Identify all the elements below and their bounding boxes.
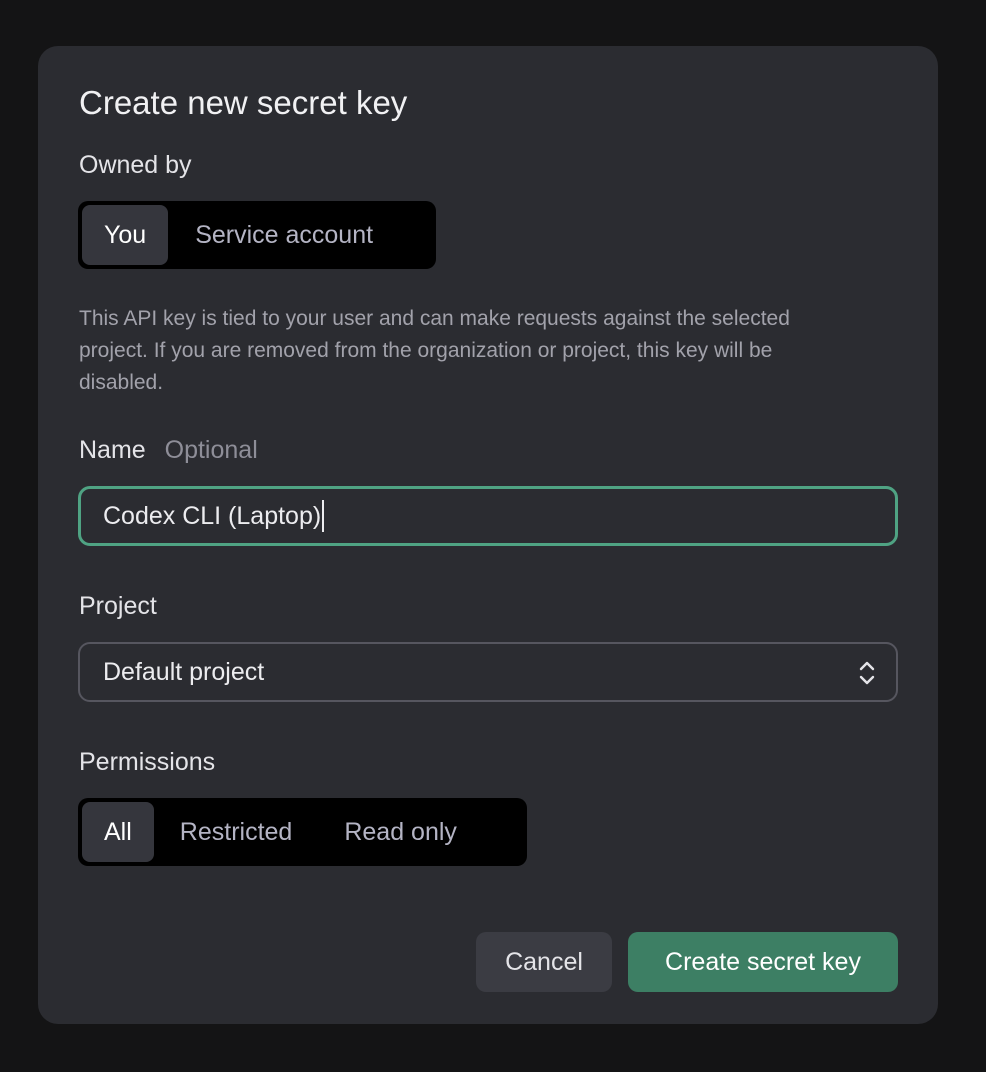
owned-by-segmented-control: You Service account (78, 201, 436, 269)
create-secret-key-dialog: Create new secret key Owned by You Servi… (38, 46, 938, 1024)
project-select[interactable]: Default project (78, 642, 898, 702)
name-label: Name (79, 436, 146, 464)
chevron-up-down-icon (859, 661, 875, 685)
permissions-segmented-control: All Restricted Read only (78, 798, 527, 866)
owner-description: This API key is tied to your user and ca… (79, 307, 790, 394)
permissions-option-restricted[interactable]: Restricted (154, 802, 319, 862)
project-select-value: Default project (103, 657, 265, 686)
permissions-option-read-only[interactable]: Read only (318, 802, 483, 862)
owned-by-label: Owned by (79, 151, 192, 179)
owned-by-option-you[interactable]: You (82, 205, 169, 265)
name-optional-hint: Optional (164, 436, 258, 464)
permissions-label: Permissions (79, 748, 216, 776)
name-label-row: Name Optional (79, 436, 258, 465)
owned-by-option-service-account[interactable]: Service account (168, 205, 395, 265)
text-caret (322, 500, 325, 532)
name-input-value: Codex CLI (Laptop) (103, 501, 322, 530)
name-input[interactable]: Codex CLI (Laptop) (78, 486, 898, 546)
permissions-option-all[interactable]: All (82, 802, 154, 862)
cancel-button[interactable]: Cancel (476, 932, 612, 992)
project-label: Project (79, 592, 157, 620)
dialog-title: Create new secret key (79, 84, 408, 121)
create-secret-key-button[interactable]: Create secret key (628, 932, 898, 992)
